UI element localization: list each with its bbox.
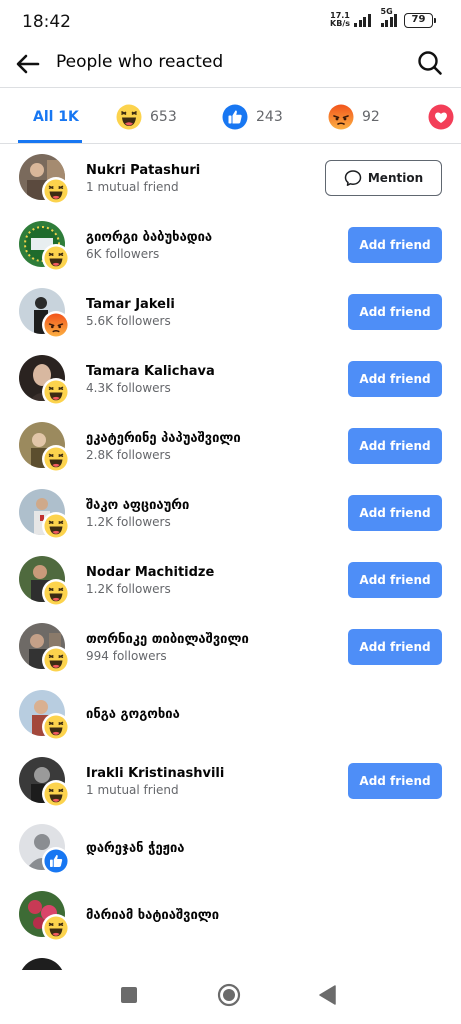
haha-reaction-icon	[42, 780, 70, 808]
love-reaction-icon	[428, 104, 454, 130]
angry-reaction-icon	[42, 311, 70, 339]
haha-reaction-icon	[42, 914, 70, 942]
list-item[interactable]: Tamara Kalichava 4.3K followers Add frie…	[0, 345, 461, 412]
add-friend-button[interactable]: Add friend	[348, 629, 442, 665]
person-subtitle: 6K followers	[86, 247, 160, 261]
person-name[interactable]: დარეჯან ჭეჟია	[86, 841, 185, 856]
reactions-list: Nukri Patashuri 1 mutual friend Mention …	[0, 144, 461, 970]
triangle-back-icon	[319, 985, 336, 1005]
person-subtitle: 1.2K followers	[86, 582, 171, 596]
person-name[interactable]: Nukri Patashuri	[86, 163, 200, 178]
list-item[interactable]: Tamar Jakeli 5.6K followers Add friend	[0, 278, 461, 345]
person-subtitle: 5.6K followers	[86, 314, 171, 328]
haha-reaction-icon	[42, 646, 70, 674]
status-icons: 17.1 KB/s 5G 79	[330, 7, 436, 28]
person-name[interactable]: გიორგი ბაბუხადია	[86, 230, 212, 245]
person-subtitle: 1 mutual friend	[86, 180, 179, 194]
tab-all-label: All 1K	[33, 109, 79, 125]
header-divider	[0, 87, 461, 88]
person-subtitle: 1 mutual friend	[86, 783, 179, 797]
page-title: People who reacted	[56, 52, 224, 72]
tab-haha-count: 653	[150, 109, 177, 125]
list-item[interactable]: ეკატერინე პაპუაშვილი 2.8K followers Add …	[0, 412, 461, 479]
person-subtitle: 1.2K followers	[86, 515, 171, 529]
list-item[interactable]: Nukri Patashuri 1 mutual friend Mention	[0, 144, 461, 211]
add-friend-button[interactable]: Add friend	[348, 227, 442, 263]
person-subtitle: 994 followers	[86, 649, 167, 663]
person-name[interactable]: Tamar Jakeli	[86, 297, 175, 312]
haha-reaction-icon	[42, 177, 70, 205]
like-reaction-icon	[42, 847, 70, 875]
add-friend-button[interactable]: Add friend	[348, 294, 442, 330]
tab-angry[interactable]: 92	[328, 92, 380, 142]
system-back-button[interactable]	[319, 985, 337, 1009]
person-name[interactable]: თორნიკე თიბილაშვილი	[86, 632, 249, 647]
haha-reaction-icon	[42, 579, 70, 607]
home-button[interactable]	[217, 983, 241, 1011]
person-name[interactable]: Nodar Machitidze	[86, 565, 214, 580]
status-bar: 18:42 17.1 KB/s 5G 79	[0, 0, 461, 44]
square-icon	[121, 987, 137, 1003]
search-button[interactable]	[417, 50, 443, 76]
person-name[interactable]: მარიამ ხატიაშვილი	[86, 908, 219, 923]
add-friend-button[interactable]: Add friend	[348, 428, 442, 464]
avatar[interactable]	[19, 958, 65, 970]
person-name[interactable]: შაკო აფციაური	[86, 498, 189, 513]
person-name[interactable]: Irakli Kristinashvili	[86, 766, 224, 781]
recents-button[interactable]	[120, 986, 138, 1008]
message-bubble-icon	[344, 170, 362, 186]
list-item[interactable]: Irakli Kristinashvili 1 mutual friend Ad…	[0, 747, 461, 814]
person-name[interactable]: ეკატერინე პაპუაშვილი	[86, 431, 241, 446]
tab-haha[interactable]: 653	[116, 92, 177, 142]
haha-reaction-icon	[42, 512, 70, 540]
haha-reaction-icon	[116, 104, 142, 130]
status-time: 18:42	[22, 12, 71, 32]
haha-reaction-icon	[42, 244, 70, 272]
arrow-left-icon	[16, 54, 40, 74]
list-item[interactable]: მარიამ ხატიაშვილი	[0, 881, 461, 948]
list-item[interactable]	[0, 948, 461, 970]
add-friend-button[interactable]: Add friend	[348, 361, 442, 397]
circle-icon	[217, 983, 241, 1007]
person-subtitle: 2.8K followers	[86, 448, 171, 462]
tab-angry-count: 92	[362, 109, 380, 125]
reaction-tabs: All 1K 653 243 92	[0, 92, 461, 142]
search-icon	[418, 51, 442, 75]
battery-icon: 79	[404, 12, 436, 28]
person-name[interactable]: ინგა გოგოხია	[86, 707, 180, 722]
list-item[interactable]: გიორგი ბაბუხადია 6K followers Add friend	[0, 211, 461, 278]
back-button[interactable]	[14, 50, 42, 78]
person-name[interactable]: Tamara Kalichava	[86, 364, 215, 379]
signal-5g-icon: 5G	[380, 7, 397, 27]
signal-icon	[354, 13, 371, 27]
person-subtitle: 4.3K followers	[86, 381, 171, 395]
list-item[interactable]: შაკო აფციაური 1.2K followers Add friend	[0, 479, 461, 546]
angry-reaction-icon	[328, 104, 354, 130]
haha-reaction-icon	[42, 713, 70, 741]
network-speed: 17.1 KB/s	[330, 11, 350, 28]
system-nav-bar	[0, 970, 461, 1024]
tab-love[interactable]	[428, 92, 454, 142]
list-item[interactable]: დარეჯან ჭეჟია	[0, 814, 461, 881]
like-reaction-icon	[222, 104, 248, 130]
list-item[interactable]: ინგა გოგოხია	[0, 680, 461, 747]
list-item[interactable]: Nodar Machitidze 1.2K followers Add frie…	[0, 546, 461, 613]
tab-like[interactable]: 243	[222, 92, 283, 142]
add-friend-button[interactable]: Add friend	[348, 562, 442, 598]
tab-like-count: 243	[256, 109, 283, 125]
mention-button[interactable]: Mention	[325, 160, 442, 196]
header: People who reacted	[0, 44, 461, 84]
haha-reaction-icon	[42, 445, 70, 473]
add-friend-button[interactable]: Add friend	[348, 763, 442, 799]
list-item[interactable]: თორნიკე თიბილაშვილი 994 followers Add fr…	[0, 613, 461, 680]
add-friend-button[interactable]: Add friend	[348, 495, 442, 531]
haha-reaction-icon	[42, 378, 70, 406]
tab-all[interactable]: All 1K	[33, 92, 79, 142]
